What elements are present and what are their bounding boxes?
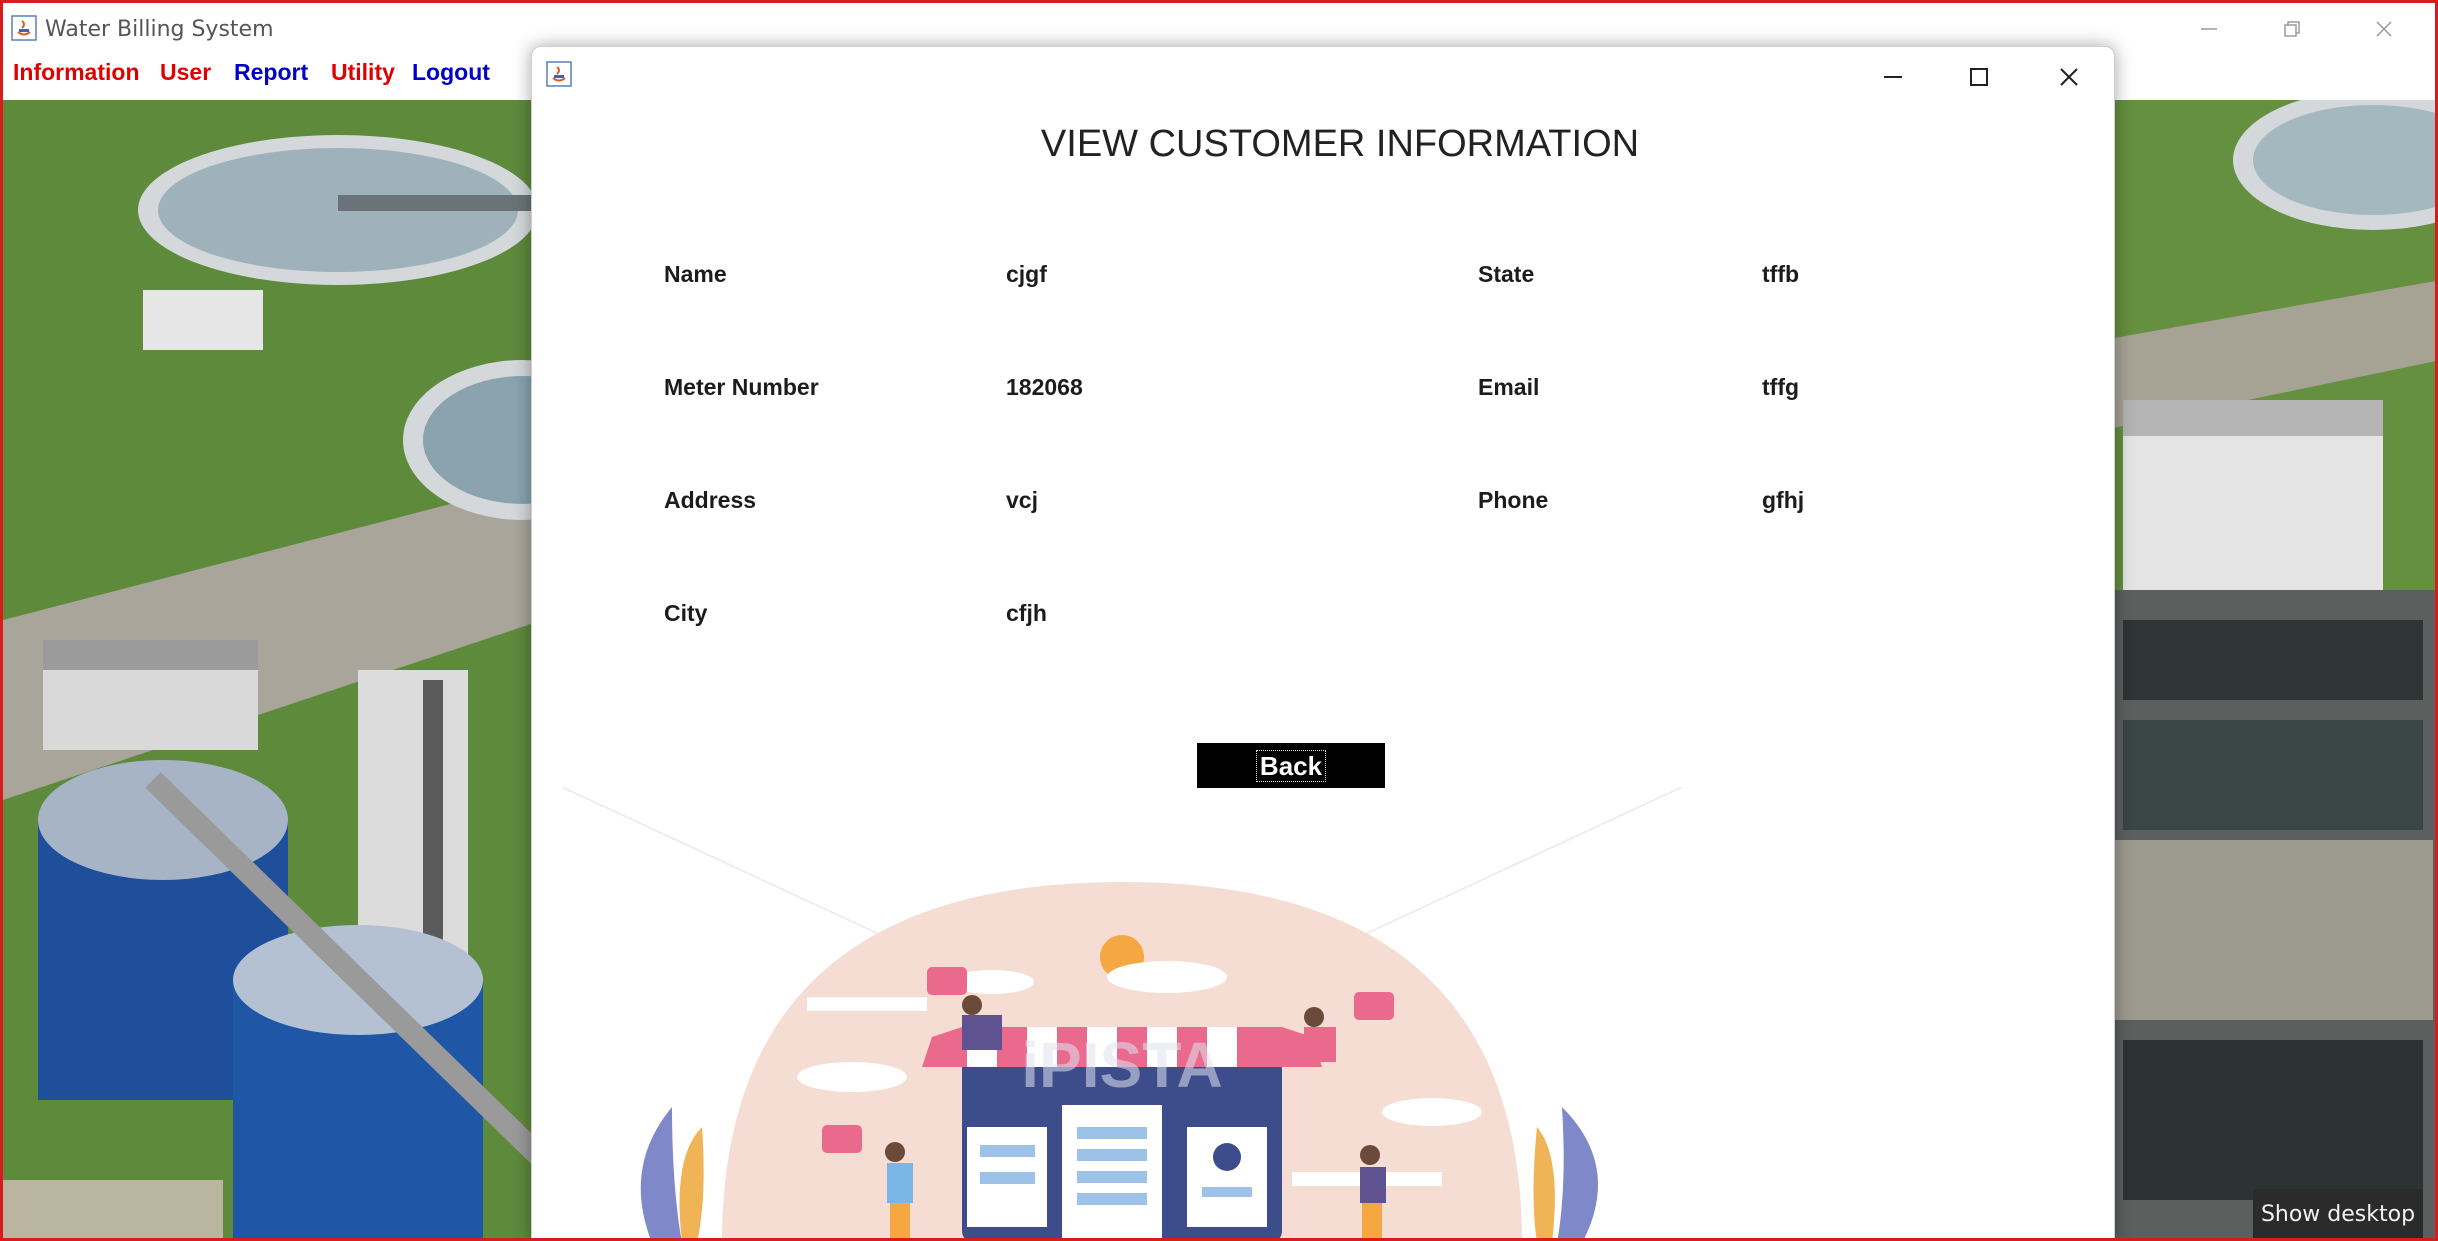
label-city: City [664,600,708,626]
label-meter-number: Meter Number [664,374,819,400]
main-minimize-button[interactable] [2170,3,2248,55]
minimize-icon [1884,76,1902,78]
back-button-label: Back [1255,749,1327,782]
dialog-close-button[interactable] [2034,51,2104,103]
maximize-icon [1970,68,1988,86]
dialog-title-bar [532,47,2114,105]
main-restore-button[interactable] [2253,3,2331,55]
java-app-icon [11,15,37,41]
value-email: tffg [1762,374,1800,400]
value-name: cjgf [1006,261,1047,287]
value-state: tffb [1762,261,1800,287]
label-phone: Phone [1478,487,1549,513]
dialog-heading: VIEW CUSTOMER INFORMATION [532,123,2114,166]
value-phone: gfhj [1762,487,1805,513]
online-store-illustration: iPISTA [562,787,1682,1238]
label-name: Name [664,261,727,287]
value-meter-number: 182068 [1006,374,1083,400]
menu-utility[interactable]: Utility [331,55,395,95]
illustration-watermark: iPISTA [1021,1029,1223,1101]
dialog-heading-text: VIEW CUSTOMER INFORMATION [1040,123,1640,165]
menu-user[interactable]: User [160,55,211,95]
dialog-minimize-button[interactable] [1858,51,1928,103]
main-close-button[interactable] [2345,3,2423,55]
dialog-maximize-button[interactable] [1944,51,2014,103]
label-email: Email [1478,374,1540,400]
java-app-icon [546,61,572,87]
menu-logout[interactable]: Logout [412,55,490,95]
value-address: vcj [1006,487,1038,513]
show-desktop-tooltip[interactable]: Show desktop [2253,1189,2423,1238]
value-city: cfjh [1006,600,1047,626]
window-title: Water Billing System [45,17,274,42]
label-state: State [1478,261,1535,287]
back-button[interactable]: Back [1197,743,1385,788]
label-address: Address [664,487,757,513]
menu-information[interactable]: Information [13,55,140,95]
close-icon [2376,21,2392,37]
restore-icon [2284,21,2300,37]
main-window: Water Billing System Information User Re… [0,0,2438,1241]
minimize-icon [2201,28,2217,30]
close-icon [2060,68,2078,86]
customer-info-dialog: VIEW CUSTOMER INFORMATION Name cjgf Mete… [531,46,2115,1238]
menu-report[interactable]: Report [234,55,308,95]
